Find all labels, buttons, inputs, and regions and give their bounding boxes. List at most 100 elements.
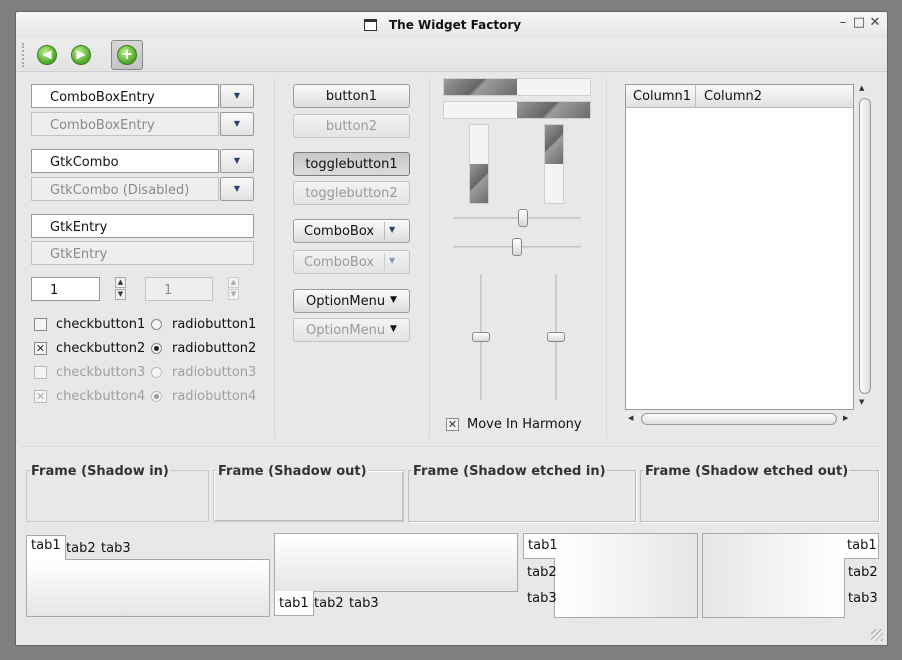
add-icon: + bbox=[117, 45, 137, 65]
horizontal-separator bbox=[21, 446, 882, 447]
hscale-1-slider-handle[interactable] bbox=[517, 209, 528, 227]
radiobutton3-circle bbox=[151, 367, 162, 378]
gtkcombo-input[interactable]: GtkCombo bbox=[31, 149, 219, 173]
checkbutton3-label: checkbutton3 bbox=[56, 365, 146, 380]
vscale-1-slider-handle[interactable] bbox=[472, 332, 490, 342]
spin-button-disabled-input: 1 bbox=[145, 277, 213, 301]
progress-bar-horizontal-2 bbox=[443, 101, 591, 119]
notebook-left-tab3[interactable]: tab3 bbox=[527, 591, 557, 606]
scroll-down-icon[interactable]: ▼ bbox=[859, 398, 864, 406]
scroll-up-icon[interactable]: ▲ bbox=[859, 84, 864, 92]
notebook-left-tab2[interactable]: tab2 bbox=[527, 565, 557, 580]
progress-fill bbox=[470, 164, 488, 203]
notebook-top-tab1[interactable]: tab1 bbox=[26, 535, 66, 560]
hscale-2-slider-handle[interactable] bbox=[512, 238, 522, 256]
progress-fill bbox=[545, 125, 563, 164]
notebook-top-page bbox=[26, 559, 270, 617]
combobox-disabled-divider bbox=[384, 253, 385, 271]
frame-shadow-out: Frame (Shadow out) bbox=[213, 464, 404, 522]
toolbar-grip-handle[interactable] bbox=[22, 43, 25, 67]
button1[interactable]: button1 bbox=[293, 84, 410, 108]
window-title: The Widget Factory bbox=[389, 18, 522, 32]
spin-up-icon[interactable]: ▲ bbox=[115, 277, 126, 288]
back-icon[interactable]: ◀ bbox=[37, 45, 57, 65]
gtkcombo-arrow-button[interactable]: ▼ bbox=[220, 149, 254, 173]
tree-view[interactable]: Column1 Column2 bbox=[625, 84, 854, 410]
radiobutton3-label: radiobutton3 bbox=[172, 365, 257, 380]
comboboxentry-disabled-arrow-button: ▼ bbox=[220, 112, 254, 136]
forward-icon[interactable]: ▶ bbox=[71, 45, 91, 65]
radiobutton1-circle[interactable] bbox=[151, 319, 162, 330]
minimize-button[interactable]: – bbox=[836, 15, 850, 30]
checkbutton1-label[interactable]: checkbutton1 bbox=[56, 317, 145, 332]
gtkcombo-disabled-input: GtkCombo (Disabled) bbox=[31, 177, 219, 201]
tree-horizontal-scrollbar[interactable]: ◀ ▶ bbox=[625, 411, 854, 427]
maximize-button[interactable]: □ bbox=[852, 15, 866, 30]
notebook-bottom-tab3[interactable]: tab3 bbox=[349, 596, 379, 611]
column2-header[interactable]: Column2 bbox=[704, 89, 762, 104]
optionmenu-label: OptionMenu bbox=[306, 294, 386, 309]
gtkcombo-disabled-arrow-button: ▼ bbox=[220, 177, 254, 201]
gtkentry-input[interactable]: GtkEntry bbox=[31, 214, 254, 238]
optionmenu-disabled-button: OptionMenu ▼ bbox=[293, 318, 410, 342]
checkbutton1-box[interactable] bbox=[34, 318, 47, 331]
frame-shadow-in: Frame (Shadow in) bbox=[26, 464, 209, 522]
notebook-left-tab1[interactable]: tab1 bbox=[523, 533, 558, 559]
vscale-2-slider-handle[interactable] bbox=[547, 332, 565, 342]
gtkentry-disabled-input: GtkEntry bbox=[31, 241, 254, 265]
radiobutton2-label[interactable]: radiobutton2 bbox=[172, 341, 256, 356]
radiobutton2-circle[interactable] bbox=[151, 343, 162, 354]
spin-down-icon[interactable]: ▼ bbox=[115, 289, 126, 300]
notebook-bottom-tab2[interactable]: tab2 bbox=[314, 596, 344, 611]
comboboxentry-arrow-button[interactable]: ▼ bbox=[220, 84, 254, 108]
checkbutton2-label[interactable]: checkbutton2 bbox=[56, 341, 145, 356]
frame-label: Frame (Shadow etched in) bbox=[412, 464, 607, 479]
add-toggle-button[interactable]: + bbox=[111, 40, 143, 70]
combobox-disabled-button: ComboBox ▼ bbox=[293, 250, 410, 274]
scroll-right-icon[interactable]: ▶ bbox=[843, 414, 848, 422]
notebook-top-tab3[interactable]: tab3 bbox=[101, 541, 131, 556]
horizontal-scroll-thumb[interactable] bbox=[641, 413, 837, 425]
notebook-bottom-tab1[interactable]: tab1 bbox=[274, 591, 314, 616]
vertical-separator bbox=[606, 78, 607, 438]
notebook-left-page bbox=[554, 533, 698, 618]
column1-header[interactable]: Column1 bbox=[633, 89, 691, 104]
main-window: The Widget Factory – □ ✕ ◀ ▶ + ComboBoxE… bbox=[15, 11, 888, 646]
radiobutton4-circle bbox=[151, 391, 162, 402]
vertical-scroll-thumb[interactable] bbox=[859, 98, 871, 394]
close-button[interactable]: ✕ bbox=[868, 15, 882, 30]
notebook-right-tab1[interactable]: tab1 bbox=[844, 533, 879, 559]
progress-fill bbox=[444, 79, 517, 95]
combobox-disabled-arrow-icon: ▼ bbox=[389, 256, 396, 265]
notebook-top-tab2[interactable]: tab2 bbox=[66, 541, 96, 556]
checkbutton4-box: ✕ bbox=[34, 390, 47, 403]
notebook-right-tab3[interactable]: tab3 bbox=[848, 591, 878, 606]
comboboxentry-input[interactable]: ComboBoxEntry bbox=[31, 84, 219, 108]
optionmenu-arrow-icon: ▼ bbox=[390, 295, 397, 305]
togglebutton1[interactable]: togglebutton1 bbox=[293, 152, 410, 176]
title-bar[interactable]: The Widget Factory – □ ✕ bbox=[16, 12, 887, 38]
optionmenu-button[interactable]: OptionMenu ▼ bbox=[293, 289, 410, 313]
column-divider bbox=[695, 85, 696, 107]
radiobutton1-label[interactable]: radiobutton1 bbox=[172, 317, 256, 332]
notebook-bottom-page bbox=[274, 533, 518, 592]
combobox-divider bbox=[384, 222, 385, 240]
harmony-label[interactable]: Move In Harmony bbox=[467, 417, 582, 432]
resize-grip-handle[interactable] bbox=[871, 629, 883, 641]
toolbar: ◀ ▶ + bbox=[16, 38, 887, 72]
spin-button-input[interactable]: 1 bbox=[31, 277, 100, 301]
window-icon bbox=[364, 19, 377, 31]
button2: button2 bbox=[293, 114, 410, 138]
tree-header: Column1 Column2 bbox=[626, 85, 853, 108]
vertical-separator bbox=[274, 78, 275, 438]
optionmenu-disabled-label: OptionMenu bbox=[306, 323, 386, 338]
tree-vertical-scrollbar[interactable]: ▲ ▼ bbox=[858, 84, 872, 408]
progress-bar-vertical-2 bbox=[544, 124, 564, 204]
progress-bar-horizontal-1 bbox=[443, 78, 591, 96]
checkbutton2-box[interactable]: ✕ bbox=[34, 342, 47, 355]
harmony-checkbox[interactable]: ✕ bbox=[446, 418, 459, 431]
notebook-right-tab2[interactable]: tab2 bbox=[848, 565, 878, 580]
combobox-button[interactable]: ComboBox ▼ bbox=[293, 219, 410, 243]
frame-label: Frame (Shadow etched out) bbox=[644, 464, 850, 479]
scroll-left-icon[interactable]: ◀ bbox=[628, 414, 633, 422]
